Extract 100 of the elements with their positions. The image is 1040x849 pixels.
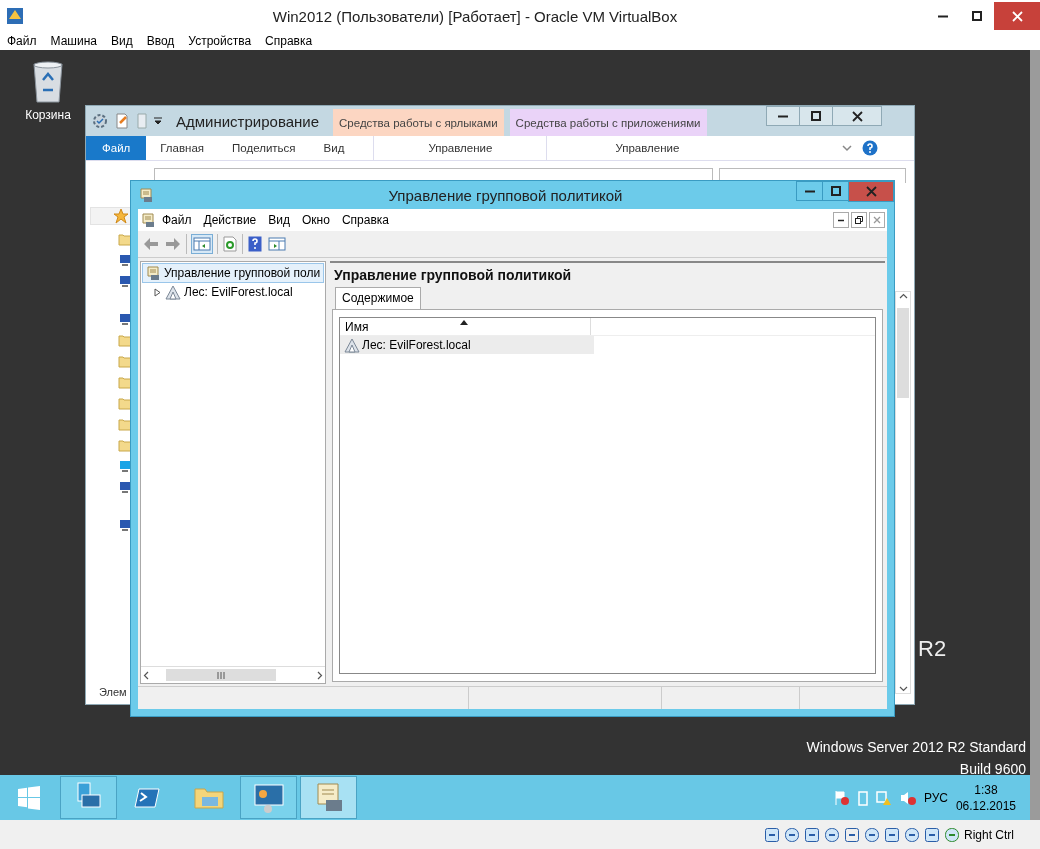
tab[interactable]: Содержимое [335, 287, 421, 310]
dropdown-icon[interactable] [154, 117, 162, 125]
build-text: Build 9600 [959, 760, 1026, 779]
chevron-down-icon [898, 684, 908, 693]
menu-item[interactable]: Машина [43, 32, 104, 50]
menu-item[interactable]: Справка [258, 32, 320, 50]
taskbar-app-button[interactable] [240, 776, 297, 819]
folder-icon[interactable] [118, 375, 132, 389]
pane-heading: Управление групповой политикой [333, 267, 573, 283]
scroll-icon [140, 212, 156, 228]
maximize-icon [811, 111, 821, 121]
restore-button[interactable] [851, 212, 867, 228]
sort-arrow-icon [460, 320, 468, 325]
document-icon[interactable] [114, 113, 130, 129]
window-title: Win2012 (Пользователи) [Работает] - Oracle VM VirtualBox [271, 7, 679, 25]
maximize-button[interactable] [799, 106, 833, 126]
back-button[interactable] [142, 236, 160, 252]
folder-icon[interactable] [118, 354, 132, 368]
menu-item[interactable]: Действие [197, 213, 263, 227]
ribbon-tab[interactable]: Главная [146, 136, 219, 160]
menu-item[interactable]: Файл [156, 213, 198, 227]
speaker-muted-icon[interactable] [899, 789, 916, 806]
forward-button[interactable] [164, 236, 182, 252]
close-icon [873, 216, 881, 224]
chevron-right-icon [315, 670, 324, 680]
close-button[interactable] [832, 106, 882, 126]
triangle-icon [165, 284, 181, 300]
arrow-right-icon [165, 237, 181, 251]
minimize-icon [837, 218, 845, 222]
computer-icon[interactable] [118, 312, 132, 326]
app-icon [6, 7, 24, 25]
pane-icon [193, 236, 211, 252]
pane-icon [268, 236, 286, 252]
chevron-up-icon [898, 292, 908, 301]
recycle-bin-icon[interactable] [31, 60, 65, 104]
minimize-button[interactable] [833, 212, 849, 228]
folder-icon[interactable] [118, 438, 132, 452]
edition-text: Windows Server 2012 R2 Standard [806, 738, 1026, 757]
status-text: Элем [99, 686, 127, 698]
ribbon-tab[interactable]: Управление [601, 142, 694, 154]
scroll-icon [145, 265, 161, 281]
close-icon [1011, 10, 1023, 22]
column-header[interactable]: Имя [340, 318, 591, 335]
computer-icon[interactable] [118, 274, 132, 288]
close-button[interactable] [848, 181, 894, 202]
list-row[interactable]: Лес: EvilForest.local [340, 336, 594, 354]
ribbon-tab[interactable]: Поделиться [218, 136, 310, 160]
tree-item[interactable]: Лес: EvilForest.local [142, 283, 324, 301]
folder-icon[interactable] [118, 333, 132, 347]
gear-icon[interactable] [92, 113, 108, 129]
taskbar-app-button[interactable] [60, 776, 117, 819]
minimize-icon [778, 114, 788, 118]
maximize-icon [972, 11, 982, 21]
desktop-icon-label: Корзина [25, 108, 71, 122]
action-pane-button[interactable] [267, 235, 287, 253]
refresh-icon [223, 236, 237, 252]
triangle-icon [344, 337, 360, 353]
restore-icon [855, 216, 863, 224]
chevron-left-icon [142, 670, 151, 680]
menu-item[interactable]: Окно [296, 213, 336, 227]
host-key-label: Right Ctrl [964, 827, 1014, 842]
scrollbar-thumb[interactable] [897, 308, 909, 398]
help-button[interactable] [247, 235, 263, 253]
edition-fragment: R2 [918, 636, 947, 662]
close-icon [851, 110, 863, 122]
scrollbar-thumb[interactable] [166, 669, 276, 681]
menu-item[interactable]: Ввод [139, 32, 182, 50]
chevron-icon[interactable] [842, 144, 852, 152]
ribbon-tab[interactable]: Файл [86, 136, 147, 160]
menu-item[interactable]: Вид [262, 213, 296, 227]
menu-item[interactable]: Справка [335, 213, 395, 227]
flag-icon[interactable] [833, 789, 850, 806]
grip-icon [217, 671, 225, 679]
maximize-icon [830, 186, 841, 196]
window-title: Управление групповой политикой [387, 186, 624, 204]
folder-icon[interactable] [118, 232, 132, 246]
arrow-left-icon [143, 237, 159, 251]
clock-date[interactable]: 06.12.2015 [955, 797, 1016, 814]
pane-toggle-button[interactable] [191, 234, 213, 254]
windows-logo-icon [16, 785, 41, 810]
menu-item[interactable]: Вид [103, 32, 140, 50]
context-tab-header: Средства работы с приложениями [509, 109, 707, 137]
expander-icon[interactable] [154, 287, 162, 297]
star-icon[interactable] [113, 208, 129, 224]
help-icon[interactable] [862, 140, 878, 156]
refresh-button[interactable] [222, 235, 238, 253]
tree-item[interactable]: Управление групповой поли [142, 263, 324, 283]
folder-icon[interactable] [118, 417, 132, 431]
help-icon [248, 236, 262, 252]
ribbon-tab[interactable]: Вид [309, 136, 359, 160]
window-title: Администрирование [176, 112, 320, 130]
ribbon-tab[interactable]: Управление [414, 142, 507, 154]
clock-time[interactable]: 1:38 [974, 781, 998, 798]
windows-icon[interactable] [118, 459, 132, 473]
menu-item[interactable]: Устройства [181, 32, 259, 50]
minimize-icon [938, 14, 948, 18]
language-indicator[interactable]: РУС [923, 790, 948, 805]
menu-item[interactable]: Файл [0, 32, 44, 50]
folder-icon[interactable] [118, 396, 132, 410]
taskbar-app-button[interactable] [300, 776, 357, 819]
